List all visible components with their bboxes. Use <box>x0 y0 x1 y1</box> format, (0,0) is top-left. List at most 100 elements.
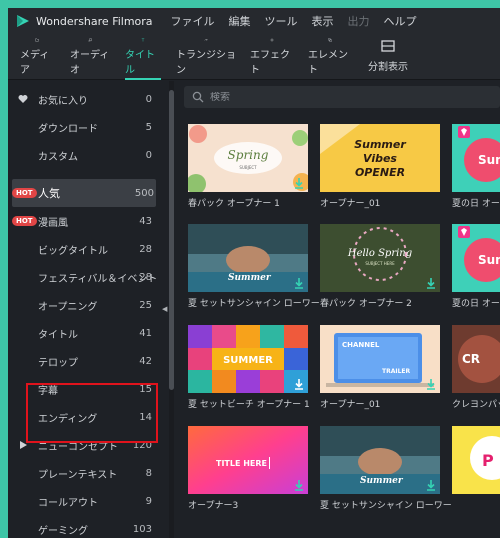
sidebar-item-count: 103 <box>132 523 152 535</box>
download-icon[interactable] <box>294 278 304 289</box>
svg-text:Hello Spring: Hello Spring <box>347 248 412 259</box>
thumbnail: Summer Vibes OPENER <box>320 124 440 192</box>
split-screen-icon <box>381 40 395 52</box>
menu-view[interactable]: 表示 <box>312 13 334 29</box>
sidebar-item-plain-text[interactable]: プレーンテキスト 8 <box>8 459 158 487</box>
sidebar-item-count: 25 <box>139 299 152 311</box>
collapse-arrow-icon[interactable]: ◀ <box>162 305 167 313</box>
sidebar-item-count: 8 <box>145 467 152 479</box>
thumbnail: P <box>452 426 500 494</box>
filmora-logo-icon <box>17 15 29 27</box>
sidebar-item-title[interactable]: タイトル 41 <box>8 319 158 347</box>
folder-icon <box>35 38 39 42</box>
tab-split-screen[interactable]: 分割表示 <box>366 38 410 76</box>
card-title: オープナー_01 <box>320 400 381 410</box>
sidebar-item-favorites[interactable]: お気に入り 0 <box>8 85 158 113</box>
svg-text:SUMMER: SUMMER <box>223 355 273 366</box>
tab-media[interactable]: メディア <box>20 38 54 76</box>
thumbnail-art: Spring SUBJECT <box>188 124 308 192</box>
svg-text:SUBJECT HERE: SUBJECT HERE <box>365 261 395 266</box>
tab-split-screen-label: 分割表示 <box>368 62 408 73</box>
sidebar-item-label: 人気 <box>38 187 60 200</box>
sidebar-item-popular[interactable]: HOT 人気 500 <box>12 179 156 207</box>
sidebar-item-label: プレーンテキスト <box>38 469 118 481</box>
tab-elements-label: エレメント <box>308 50 348 76</box>
sidebar-item-comic[interactable]: HOT 漫画風 43 <box>8 207 158 235</box>
sidebar-item-count: 41 <box>139 327 152 339</box>
download-icon[interactable] <box>426 278 436 289</box>
tab-audio[interactable]: オーディオ <box>70 38 110 76</box>
app-title: Wondershare Filmora <box>36 14 153 28</box>
card-title: 春パック オープナー 2 <box>320 299 412 309</box>
thumbnail: CHANNEL TRAILER <box>320 325 440 393</box>
thumbnail-art: Hello Spring SUBJECT HERE <box>320 224 440 292</box>
card-title: 夏の日 オープナー <box>452 199 500 209</box>
tab-effects[interactable]: エフェクト <box>250 38 294 76</box>
sidebar-item-big-title[interactable]: ビッグタイトル 28 <box>8 235 158 263</box>
tab-transitions[interactable]: トランジション <box>176 38 236 76</box>
sidebar-item-label: ゲーミング <box>38 525 88 537</box>
sidebar-item-count: 42 <box>139 355 152 367</box>
menu-export[interactable]: 出力 <box>348 13 370 29</box>
svg-text:Sum: Sum <box>478 253 500 267</box>
svg-text:OPENER: OPENER <box>355 166 405 179</box>
transition-icon <box>204 38 208 41</box>
svg-text:CR: CR <box>462 352 480 366</box>
category-sidebar: お気に入り 0 ダウンロード 5 カスタム 0 HOT 人気 500 HOT 漫… <box>8 81 158 538</box>
sidebar-item-festival[interactable]: フェスティバル＆イベント 28 <box>8 263 158 291</box>
thumbnail: Hello Spring SUBJECT HERE <box>320 224 440 292</box>
download-icon[interactable] <box>426 379 436 390</box>
download-icon[interactable] <box>294 178 304 189</box>
search-input[interactable] <box>210 91 410 103</box>
sidebar-item-count: 5 <box>145 121 152 133</box>
svg-text:CHANNEL: CHANNEL <box>342 341 380 349</box>
sidebar-item-count: 0 <box>145 93 152 105</box>
svg-text:TITLE HERE: TITLE HERE <box>216 459 267 468</box>
menu-file[interactable]: ファイル <box>171 13 215 29</box>
card-title: 夏 セットサンシャイン ローワーサ... <box>188 299 320 309</box>
svg-text:SUBJECT: SUBJECT <box>239 165 257 170</box>
thumbnail-art: TITLE HERE <box>188 426 308 494</box>
thumbnail-art: CHANNEL TRAILER <box>320 325 440 393</box>
menu-tools[interactable]: ツール <box>265 13 298 29</box>
card-title: オープナー3 <box>188 501 239 511</box>
sidebar-item-downloads[interactable]: ダウンロード 5 <box>8 113 158 141</box>
sidebar-item-telop[interactable]: テロップ 42 <box>8 347 158 375</box>
card-title: オープナー_01 <box>320 199 381 209</box>
sidebar-item-callout[interactable]: コールアウト 9 <box>8 487 158 515</box>
thumbnail: Spring SUBJECT <box>188 124 308 192</box>
download-icon[interactable] <box>294 480 304 491</box>
menu-help[interactable]: ヘルプ <box>384 13 417 29</box>
tab-transitions-label: トランジション <box>176 50 236 76</box>
music-note-icon <box>88 38 92 42</box>
thumbnail: SUMMER <box>188 325 308 393</box>
thumbnail-art: SUMMER <box>188 325 308 393</box>
tab-media-label: メディア <box>20 50 50 76</box>
svg-text:Summer: Summer <box>228 273 272 283</box>
element-icon <box>328 38 332 42</box>
card-title: 夏の日 オープナー <box>452 299 500 309</box>
highlight-box <box>26 383 158 443</box>
sidebar-item-count: 28 <box>139 271 152 283</box>
download-icon[interactable] <box>426 480 436 491</box>
sidebar-item-gaming[interactable]: ゲーミング 103 <box>8 515 158 538</box>
sidebar-item-opening[interactable]: オープニング 25 <box>8 291 158 319</box>
sidebar-item-custom[interactable]: カスタム 0 <box>8 141 158 169</box>
sidebar-scrollbar-thumb[interactable] <box>169 90 174 390</box>
sidebar-item-count: 0 <box>145 149 152 161</box>
sidebar-item-label: ビッグタイトル <box>38 245 108 257</box>
search-box[interactable] <box>184 86 500 108</box>
svg-text:P: P <box>482 451 494 470</box>
sidebar-item-label: テロップ <box>38 357 78 369</box>
sidebar-item-count: 500 <box>134 187 154 199</box>
thumbnail: Sum <box>452 224 500 292</box>
menu-edit[interactable]: 編集 <box>229 13 251 29</box>
thumbnail-art: Summer <box>188 224 308 292</box>
hot-badge: HOT <box>12 216 37 226</box>
search-icon <box>192 91 204 103</box>
tab-elements[interactable]: エレメント <box>308 38 352 76</box>
tab-titles[interactable]: タイトル <box>125 38 161 80</box>
sidebar-item-label: タイトル <box>38 329 78 341</box>
sidebar-item-label: オープニング <box>38 301 98 313</box>
download-icon[interactable] <box>294 379 304 390</box>
